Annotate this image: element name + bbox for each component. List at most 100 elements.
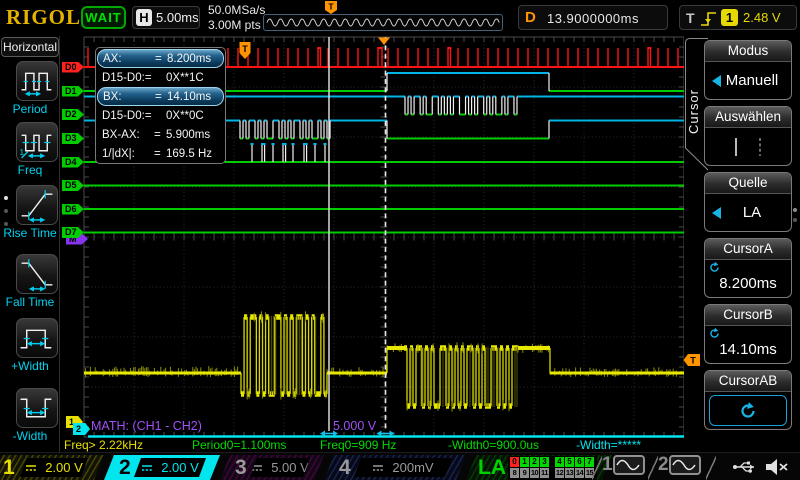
sidebar-button-period[interactable] [16,61,58,101]
status-icons [732,457,800,477]
cursor-menu-panel: Cursor Modus ManuellAuswählen Quelle LAC… [684,36,800,452]
menu-group-auswaehlen[interactable]: Auswählen [704,106,792,166]
cursor-readout-box: AX:=8.200msD15-D0:=0X**1CBX:=14.10msD15-… [95,47,226,164]
menu-value-auswaehlen[interactable] [705,128,791,165]
sample-rate-readout: 50.0MSa/s 3.00M pts [208,3,265,33]
menu-value-cursor-ab[interactable] [705,392,791,429]
digital-channel-badge-d2: 2 [530,457,539,467]
digital-channel-badge-d0: 0 [510,457,519,467]
dc-coupling-icon [372,463,384,473]
logic-analyzer-status[interactable]: LA0123456789101112131415 [466,455,612,480]
sidebar-page-dot [4,196,8,200]
dc-coupling-icon [251,463,263,473]
menu-value-text: 8.200ms [719,275,777,292]
oscilloscope-screen: T RIGOL WAIT H 5.00ms 50.0MSa/s 3.00M pt… [0,0,800,480]
sample-rate: 50.0MSa/s [208,3,265,18]
rotate-knob-icon [738,401,758,421]
menu-header-cursor-ab: CursorAB [705,371,791,392]
sidebar-button-rise-time[interactable] [16,185,58,225]
channel-number: 3 [235,455,247,480]
menu-value-modus[interactable]: Manuell [705,62,791,99]
channel-number: 1 [3,455,15,480]
separator-slant [592,455,602,480]
digital-channel-badge-d6: 6 [575,457,584,467]
digital-channel-badge-d9: 9 [520,468,529,478]
sidebar-page-dot [4,222,8,226]
horizontal-icon: H [136,9,152,26]
menu-value-cursor-b[interactable]: 14.10ms [705,326,791,363]
sidebar-button-neg-width[interactable] [16,388,58,428]
horizontal-timebase-box[interactable]: H 5.00ms [132,6,200,29]
rise-time-icon [17,186,57,224]
speaker-muted-icon [764,457,790,477]
menu-header-auswaehlen: Auswählen [705,107,791,128]
cursor-readout-row: D15-D0:=0X**0C [97,106,224,125]
sidebar-button-fall-time[interactable] [16,254,58,294]
trigger-level-marker[interactable]: T [683,353,703,367]
measurement-item: Freq0=909 Hz [320,438,396,452]
memory-waveform-icon [264,15,502,30]
trigger-position-flag-topbar: T [319,1,343,15]
readout-equals: = [155,91,167,103]
measurement-item: -Width0=900.0us [448,438,539,452]
trigger-slope-rising-icon [700,10,718,28]
rotate-knob-small [708,261,721,278]
measurement-item: Period0=1.100ms [192,438,286,452]
menu-group-quelle[interactable]: Quelle LA [704,172,792,232]
digital-indicator-row: 01234567 [510,457,595,468]
trigger-delay-box[interactable]: D 13.9000000ms [518,5,668,30]
channel-4-status[interactable]: 4 200mV [324,455,466,480]
select-left-arrow-icon [712,75,721,87]
menu-value-quelle[interactable]: LA [705,194,791,231]
generator-2-waveform-icon[interactable] [669,455,701,475]
sidebar-label-freq: Freq [0,163,60,177]
readout-equals: = [154,148,166,160]
separator-slant [648,455,658,480]
timebase-value: 5.00ms [156,10,199,25]
digital-channel-badge-d11: 11 [540,468,549,478]
sidebar-button-freq[interactable]: 1 [16,122,58,162]
cursor-readout-row: D15-D0:=0X**1C [97,68,224,87]
readout-value: 169.5 Hz [166,148,212,160]
readout-label: BX-AX: [102,129,154,141]
digital-channel-indicators: 0123456789101112131415 [508,456,597,480]
channel-scale-value: 2.00 V [20,458,88,477]
digital-channel-badge-d10: 10 [530,468,539,478]
rotate-knob-icon [708,327,721,340]
menu-group-cursor-ab[interactable]: CursorAB [704,370,792,430]
menu-page-dot [793,208,797,212]
math-scale-label: 5.000 V [333,419,376,433]
sidebar-label-period: Period [0,102,60,116]
channel-1-status[interactable]: 1 2.00 V [0,455,104,480]
digital-channel-badge-d14: 14 [575,468,584,478]
readout-label: AX: [103,53,155,65]
separator-slant [706,455,716,480]
cursor-readout-row: 1/|dX|:=169.5 Hz [97,144,224,163]
menu-value-cursor-a[interactable]: 8.200ms [705,260,791,297]
channel-2-status[interactable]: 2 2.00 V [104,455,220,480]
menu-tab-cursor[interactable]: Cursor [686,66,706,156]
menu-value-text: 14.10ms [719,341,777,358]
generator-1-waveform-icon[interactable] [613,455,645,475]
dc-coupling-icon [25,463,37,473]
menu-group-cursor-b[interactable]: CursorB 14.10ms [704,304,792,364]
channel-3-status[interactable]: 3 5.00 V [220,455,324,480]
cursor-ab-knob-button[interactable] [709,395,787,426]
readout-value: 0X**1C [166,72,204,84]
generator-1-number: 1 [602,454,613,476]
menu-group-cursor-a[interactable]: CursorA 8.200ms [704,238,792,298]
horizontal-position-bar[interactable] [263,14,503,31]
select-left-arrow-icon [712,207,721,219]
rotate-knob-icon [708,261,721,274]
trigger-status-box[interactable]: T 1 2.48 V [679,5,797,30]
menu-value-text: LA [743,204,761,221]
trigger-position-marker [378,38,390,46]
trigger-source-badge: 1 [721,9,738,26]
svg-text:T: T [690,355,696,365]
digital-channel-badge-d8: 8 [510,468,519,478]
digital-channel-badge-d13: 13 [565,468,574,478]
menu-group-modus[interactable]: Modus Manuell [704,40,792,100]
dc-coupling-icon [141,463,153,473]
sidebar-button-pos-width[interactable] [16,318,58,358]
readout-equals: = [155,53,167,65]
